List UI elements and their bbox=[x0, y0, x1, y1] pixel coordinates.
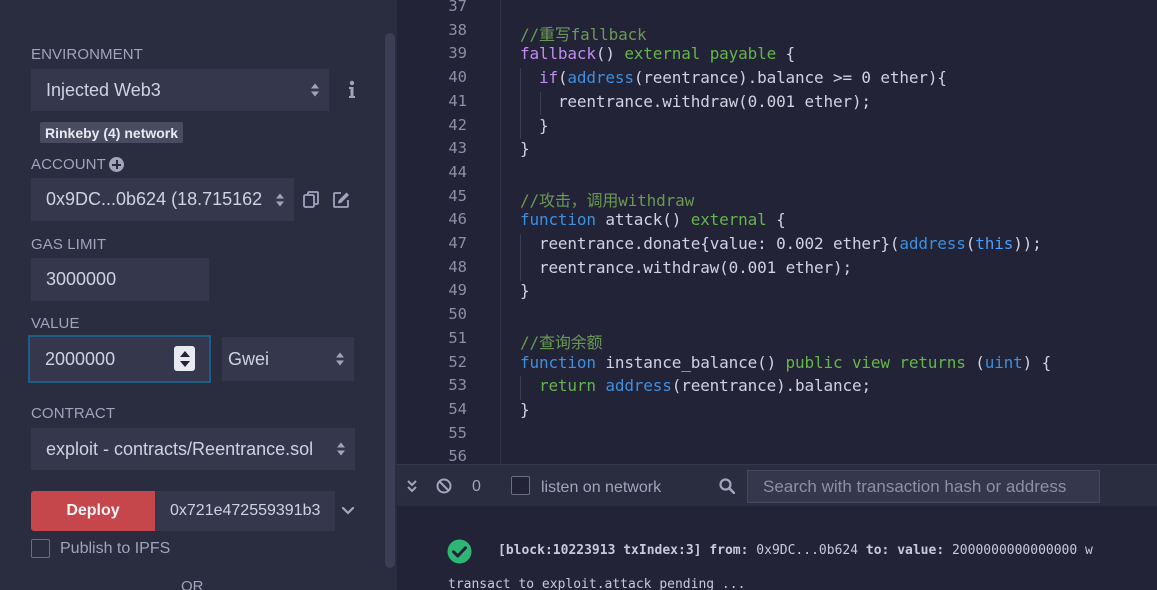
pending-tx-count: 0 bbox=[472, 478, 481, 495]
terminal-output: [block:10223913 txIndex:3] from: 0x9DC..… bbox=[397, 506, 1157, 590]
code-line: reentrance.withdraw(0.001 ether); bbox=[538, 257, 852, 277]
deploy-button[interactable]: Deploy bbox=[31, 491, 155, 531]
line-number: 50 bbox=[448, 305, 467, 324]
clear-icon[interactable] bbox=[436, 478, 452, 494]
line-number: 47 bbox=[448, 234, 467, 252]
listen-network-checkbox[interactable] bbox=[511, 476, 530, 495]
value-unit-select[interactable]: Gwei bbox=[222, 337, 354, 381]
chevron-down-icon[interactable] bbox=[341, 504, 355, 518]
line-number: 53 bbox=[448, 376, 467, 395]
code-line: if(address(reentrance).balance >= 0 ethe… bbox=[538, 68, 947, 88]
environment-select[interactable]: Injected Web3 bbox=[31, 69, 329, 111]
tx-from-label: from: bbox=[709, 543, 749, 558]
indent-guide bbox=[520, 68, 521, 140]
line-number: 51 bbox=[448, 328, 467, 347]
gas-limit-label: GAS LIMIT bbox=[31, 236, 107, 253]
code-line: } bbox=[520, 115, 549, 135]
search-icon bbox=[719, 478, 735, 494]
code-line: function attack() external { bbox=[520, 210, 786, 230]
line-number: 41 bbox=[448, 91, 467, 110]
code-line: //攻击，调用withdraw bbox=[520, 190, 695, 210]
listen-network-label: listen on network bbox=[541, 479, 662, 496]
collapse-icon[interactable] bbox=[406, 479, 418, 493]
code-line: function instance_balance() public view … bbox=[520, 352, 1052, 372]
code-line: } bbox=[520, 281, 530, 301]
select-arrows-icon bbox=[336, 352, 344, 366]
edit-icon[interactable] bbox=[333, 191, 350, 208]
code-editor[interactable]: 37 38 39 40 41 42 43 44 45 46 47 48 49 50 51 52 53 54 55 56… bbox=[397, 0, 1157, 464]
plus-circle-icon[interactable] bbox=[109, 157, 124, 172]
select-arrows-icon bbox=[337, 442, 345, 456]
value-stepper[interactable] bbox=[174, 346, 195, 371]
line-number: 43 bbox=[448, 139, 467, 158]
tx-from: 0x9DC...0b624 bbox=[756, 543, 859, 558]
transaction-log-line[interactable]: [block:10223913 txIndex:3] from: 0x9DC..… bbox=[498, 543, 1093, 558]
network-badge: Rinkeby (4) network bbox=[40, 122, 184, 143]
contract-label: CONTRACT bbox=[31, 405, 116, 422]
tx-to-label: to: bbox=[865, 543, 890, 558]
account-select[interactable]: 0x9DC...0b624 (18.715162 bbox=[31, 178, 294, 221]
code-line: return address(reentrance).balance; bbox=[538, 376, 871, 396]
contract-value: exploit - contracts/Reentrance.sol bbox=[46, 438, 314, 459]
environment-label: ENVIRONMENT bbox=[31, 46, 143, 63]
scrollbar-thumb[interactable] bbox=[385, 33, 395, 568]
select-arrows-icon bbox=[311, 83, 319, 97]
code-line: //重写fallback bbox=[520, 24, 647, 44]
gas-limit-input[interactable]: 3000000 bbox=[31, 258, 209, 301]
code-line: } bbox=[520, 399, 530, 419]
value-amount: 2000000 bbox=[45, 348, 116, 369]
tx-value-label: value: bbox=[897, 543, 945, 558]
line-number: 49 bbox=[448, 281, 467, 300]
indent-guide bbox=[520, 376, 521, 400]
publish-ipfs-checkbox[interactable] bbox=[31, 539, 50, 558]
account-value: 0x9DC...0b624 (18.715162 bbox=[46, 189, 263, 209]
tx-value: 2000000000000000 w bbox=[951, 543, 1093, 558]
code-line: } bbox=[520, 139, 530, 159]
account-label: ACCOUNT bbox=[31, 156, 106, 173]
line-number: 52 bbox=[448, 352, 467, 371]
line-number: 56 bbox=[448, 447, 467, 464]
environment-value: Injected Web3 bbox=[46, 79, 161, 100]
copy-icon[interactable] bbox=[303, 191, 319, 208]
code-line: reentrance.donate{value: 0.002 ether}(ad… bbox=[538, 234, 1042, 253]
contract-select[interactable]: exploit - contracts/Reentrance.sol bbox=[31, 428, 355, 470]
code-line: //查询余额 bbox=[520, 332, 603, 352]
info-icon[interactable] bbox=[346, 80, 358, 100]
line-number: 38 bbox=[448, 20, 467, 39]
line-number: 37 bbox=[448, 0, 467, 15]
line-number: 54 bbox=[448, 399, 467, 418]
line-number: 39 bbox=[448, 44, 467, 63]
indent-guide bbox=[540, 91, 541, 116]
line-number: 55 bbox=[448, 423, 467, 442]
deploy-args-input[interactable]: 0x721e472559391b3 bbox=[155, 491, 335, 531]
line-number: 48 bbox=[448, 257, 467, 276]
value-label: VALUE bbox=[31, 315, 80, 332]
tx-block: [block:10223913 txIndex:3] bbox=[498, 543, 702, 558]
line-number: 45 bbox=[448, 186, 467, 205]
search-placeholder: Search with transaction hash or address bbox=[763, 476, 1067, 496]
transaction-search-input[interactable]: Search with transaction hash or address bbox=[747, 470, 1100, 503]
publish-ipfs-label: Publish to IPFS bbox=[60, 540, 171, 557]
line-number: 40 bbox=[448, 68, 467, 87]
line-number: 42 bbox=[448, 115, 467, 134]
code-line: fallback() external payable { bbox=[520, 44, 796, 64]
pending-log-line: transact to exploit.attack pending ... bbox=[448, 577, 746, 590]
line-number-gutter: 37 38 39 40 41 42 43 44 45 46 47 48 49 50 51 52 53 54 55 56 bbox=[397, 0, 501, 464]
terminal-toolbar: 0 listen on network Search with transact… bbox=[397, 464, 1157, 506]
select-arrows-icon bbox=[276, 193, 284, 206]
or-label: OR bbox=[181, 578, 204, 590]
check-circle-icon bbox=[447, 539, 472, 564]
value-unit: Gwei bbox=[228, 348, 270, 369]
line-number: 46 bbox=[448, 210, 467, 229]
code-line: reentrance.withdraw(0.001 ether); bbox=[557, 91, 871, 111]
line-number: 44 bbox=[448, 162, 467, 181]
run-panel: ENVIRONMENT Injected Web3 Rinkeby (4) ne… bbox=[0, 0, 397, 590]
indent-guide bbox=[520, 234, 521, 282]
